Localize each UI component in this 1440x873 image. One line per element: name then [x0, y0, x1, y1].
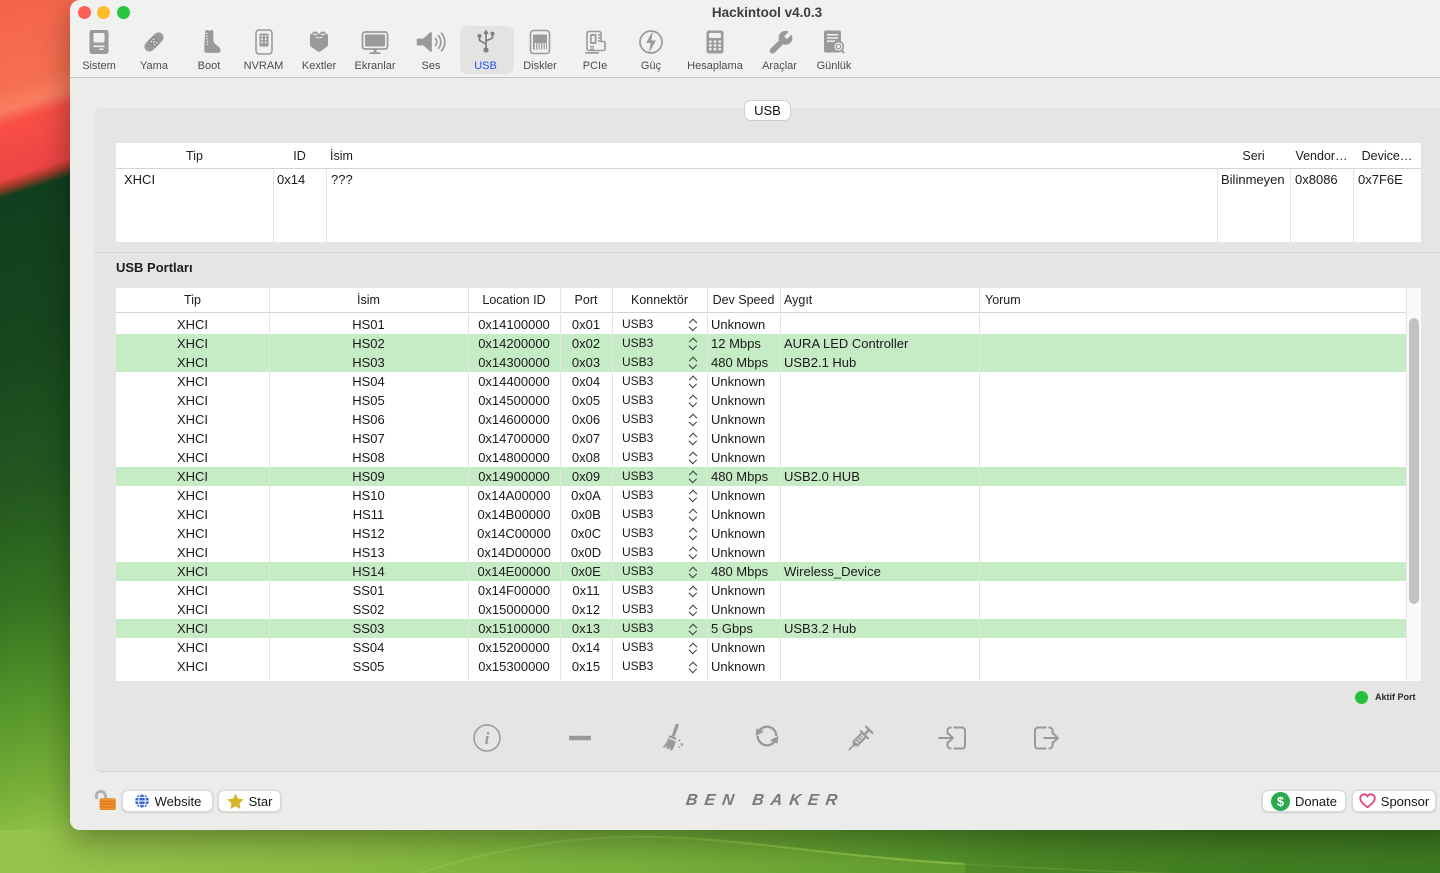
- svg-text:i: i: [485, 729, 490, 748]
- svg-text:$: $: [1277, 795, 1284, 809]
